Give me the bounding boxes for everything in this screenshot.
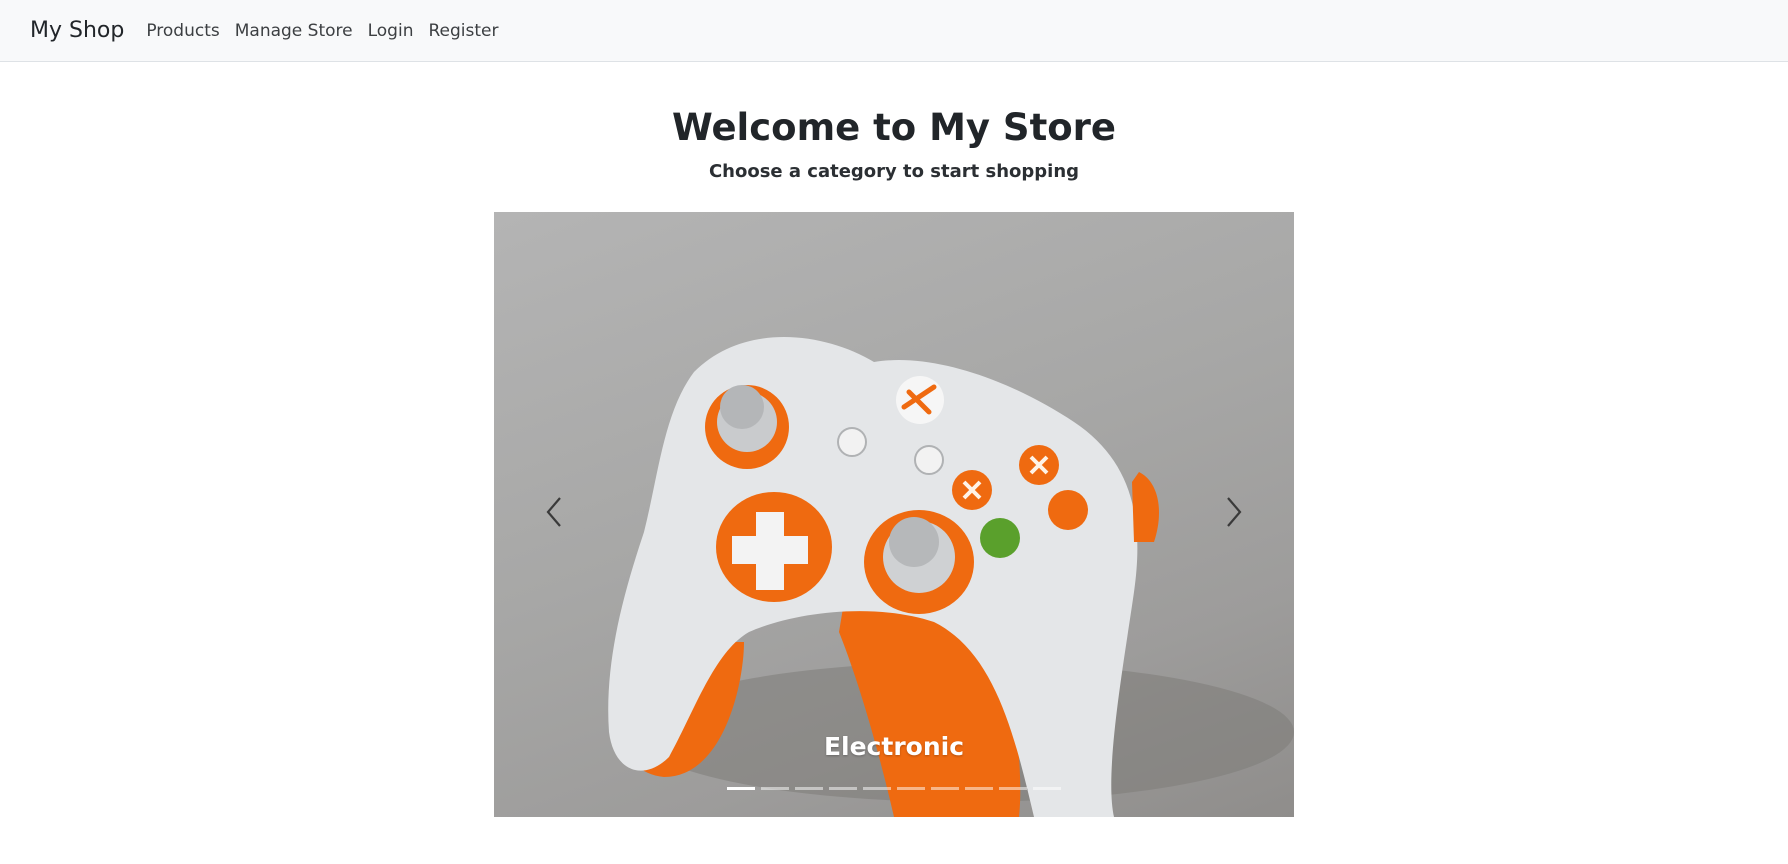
brand-link[interactable]: My Shop bbox=[30, 18, 124, 43]
slide-caption: Electronic bbox=[823, 732, 965, 761]
slide-image-game-controller bbox=[608, 337, 1294, 817]
chevron-right-icon bbox=[1227, 497, 1242, 527]
carousel-prev-button[interactable] bbox=[509, 462, 599, 562]
nav-link-register[interactable]: Register bbox=[428, 21, 498, 41]
carousel-indicator[interactable] bbox=[761, 787, 789, 790]
carousel-indicator[interactable] bbox=[931, 787, 959, 790]
carousel-next-button[interactable] bbox=[1189, 462, 1279, 562]
page-subtitle: Choose a category to start shopping bbox=[708, 161, 1080, 182]
carousel-indicator[interactable] bbox=[829, 787, 857, 790]
carousel-indicator[interactable] bbox=[727, 787, 755, 790]
category-carousel: Electronic bbox=[494, 212, 1294, 817]
nav-link-products[interactable]: Products bbox=[146, 21, 219, 41]
top-navbar: My Shop Products Manage Store Login Regi… bbox=[0, 0, 1788, 62]
nav-link-manage-store[interactable]: Manage Store bbox=[235, 21, 353, 41]
nav-link-login[interactable]: Login bbox=[368, 21, 414, 41]
carousel-indicators bbox=[494, 787, 1294, 790]
carousel-indicator[interactable] bbox=[863, 787, 891, 790]
page-title: Welcome to My Store bbox=[671, 106, 1117, 149]
carousel-indicator[interactable] bbox=[795, 787, 823, 790]
carousel-indicator[interactable] bbox=[965, 787, 993, 790]
chevron-left-icon bbox=[546, 497, 561, 527]
carousel-indicator[interactable] bbox=[1033, 787, 1061, 790]
carousel-indicator[interactable] bbox=[999, 787, 1027, 790]
carousel-indicator[interactable] bbox=[897, 787, 925, 790]
